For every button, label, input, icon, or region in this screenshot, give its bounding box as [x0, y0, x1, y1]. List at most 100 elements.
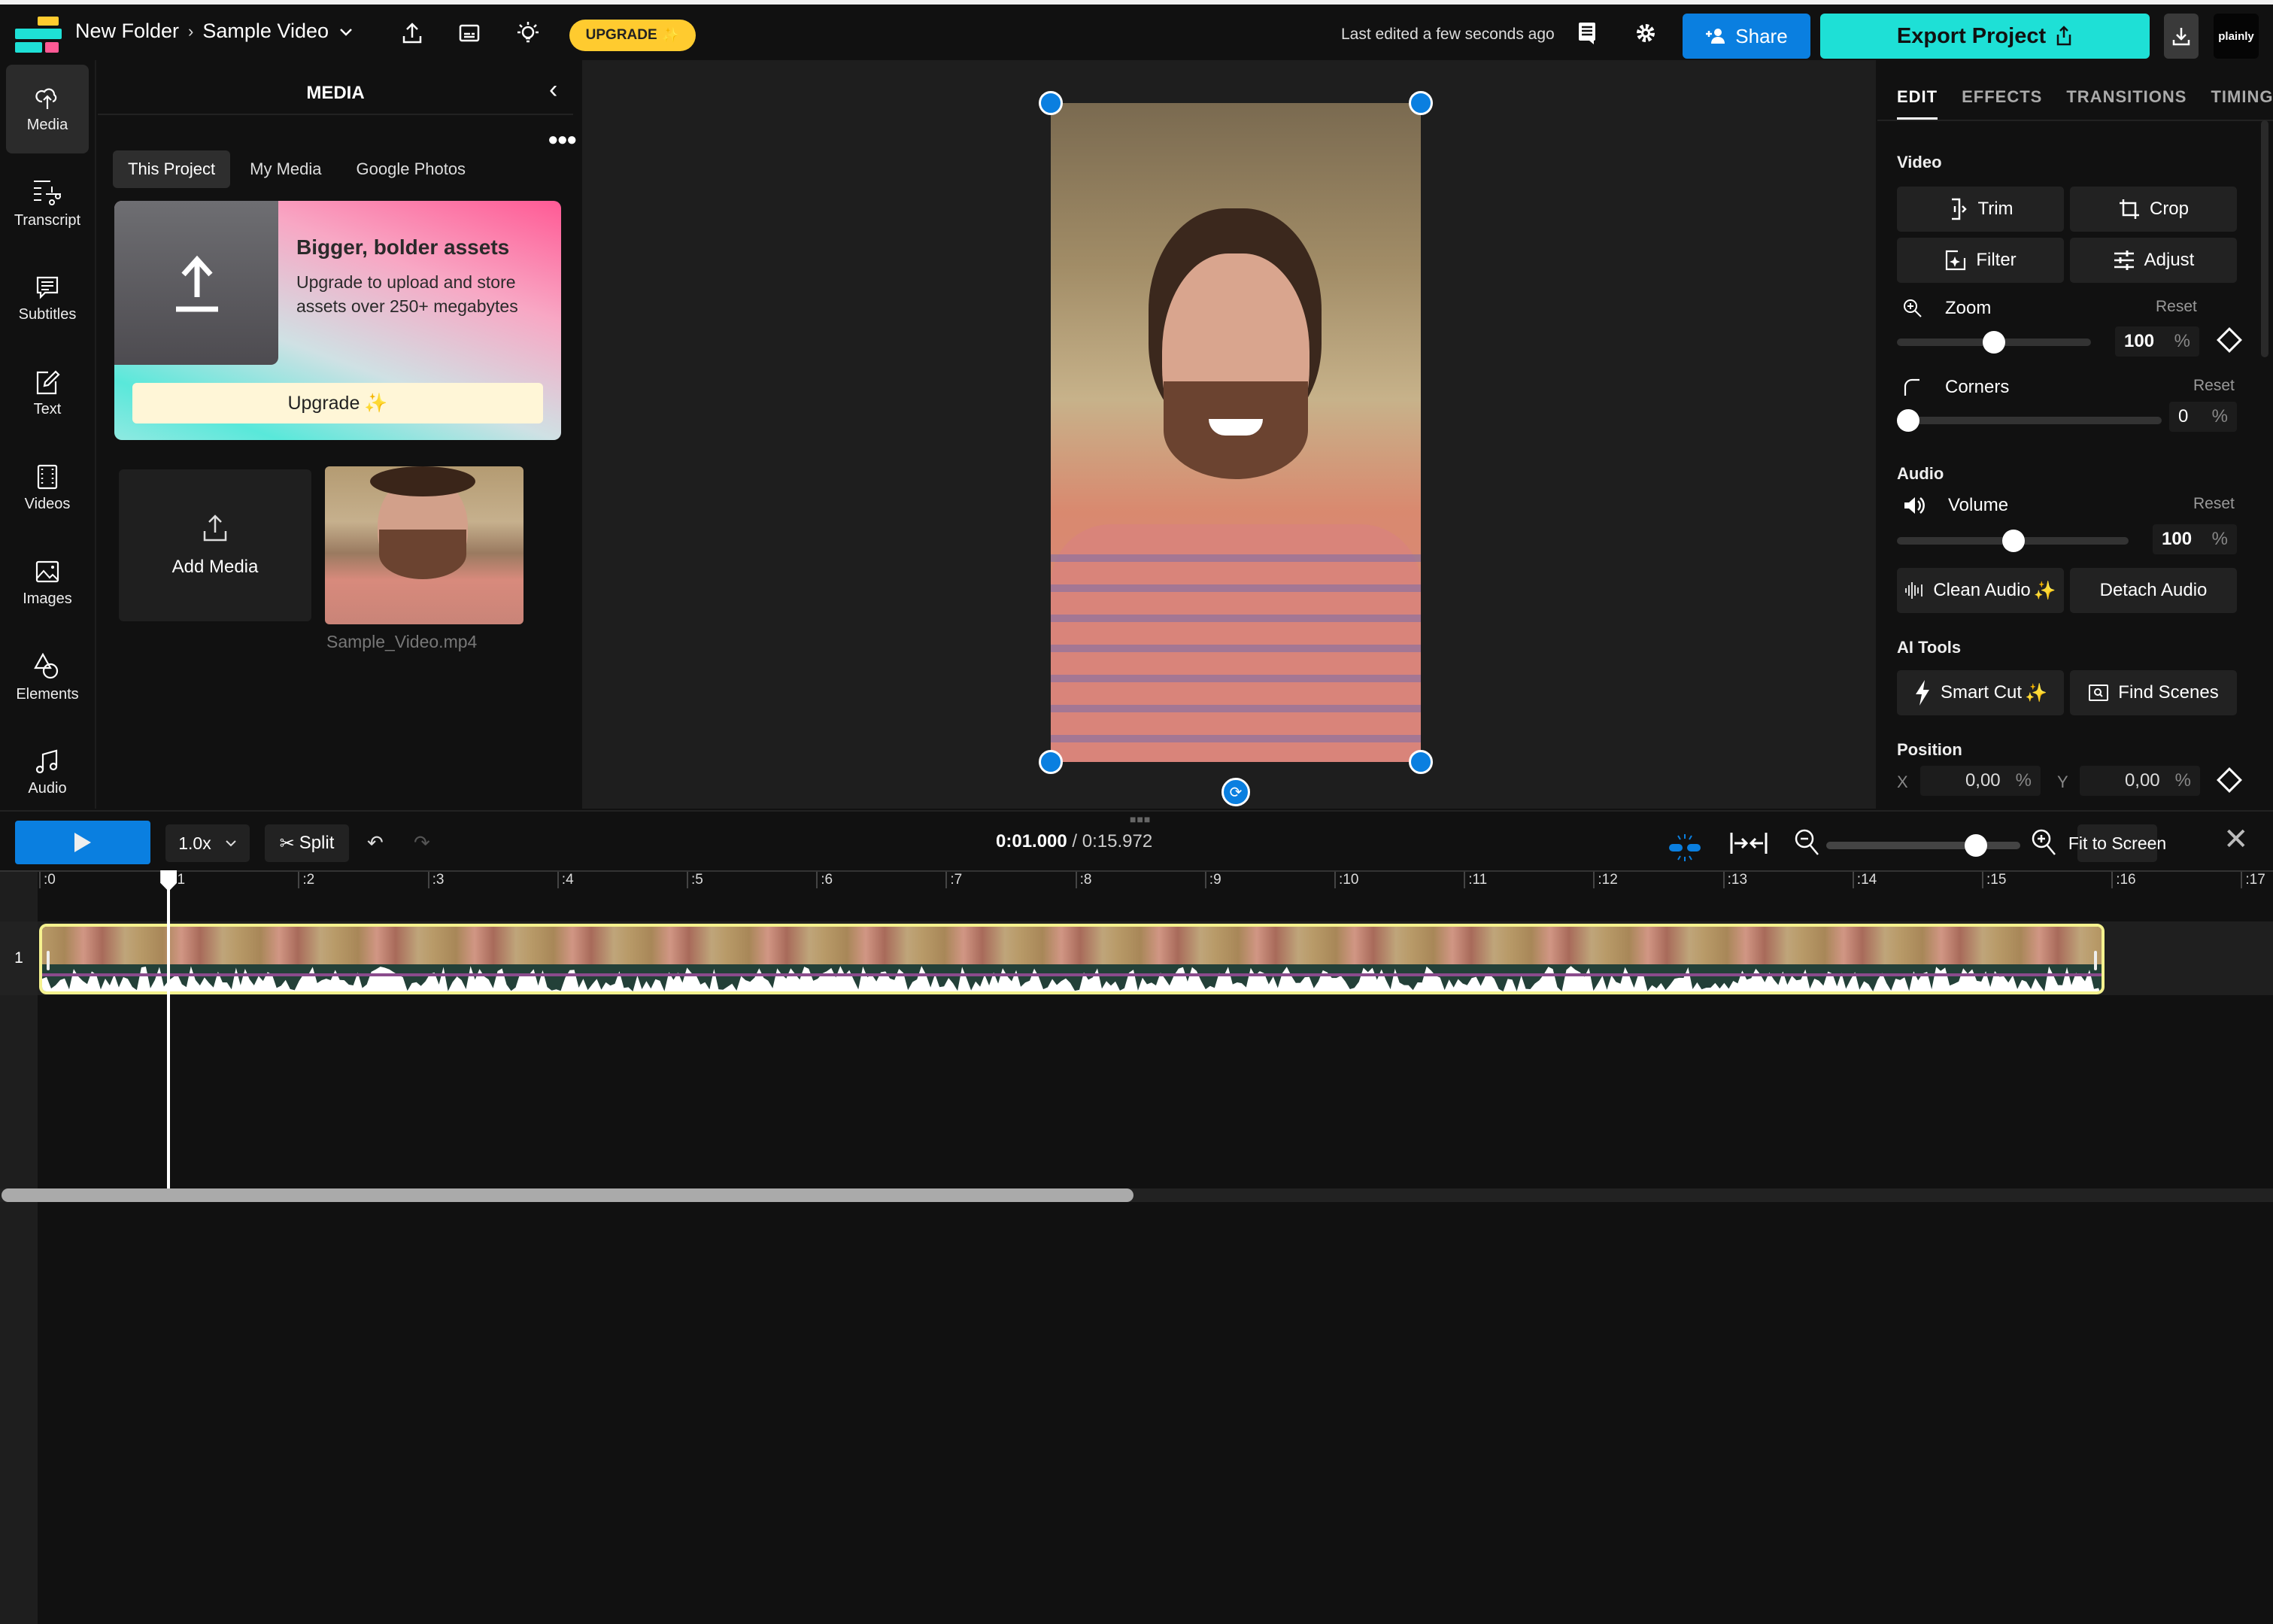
rotate-icon[interactable]: ⟳: [1221, 778, 1250, 806]
position-x-value: 0,00: [1965, 770, 2001, 791]
chevron-down-icon[interactable]: [338, 23, 354, 40]
fit-to-screen-button[interactable]: Fit to Screen: [2068, 824, 2166, 862]
brand-badge[interactable]: plainly: [2214, 14, 2259, 59]
position-keyframe-icon[interactable]: [2217, 767, 2242, 793]
download-button[interactable]: [2164, 14, 2199, 59]
media-panel: MEDIA ‹ ●●● This Project My Media Google…: [98, 60, 581, 809]
share-button[interactable]: Share: [1683, 14, 1810, 59]
video-clip[interactable]: [39, 924, 2105, 994]
video-preview[interactable]: [1051, 103, 1421, 762]
resize-handle-bottom-left[interactable]: [1039, 750, 1063, 774]
breadcrumb-folder[interactable]: New Folder: [75, 20, 179, 43]
redo-icon[interactable]: ↷: [414, 831, 430, 854]
upgrade-button[interactable]: UPGRADE ✨: [569, 20, 696, 51]
gear-icon[interactable]: [1631, 18, 1661, 48]
play-button[interactable]: [15, 821, 150, 864]
resize-grip-icon[interactable]: ■■■: [1130, 813, 1151, 825]
corners-reset-link[interactable]: Reset: [2193, 377, 2235, 395]
timeline-scrollbar-thumb[interactable]: [2, 1188, 1133, 1202]
crop-button[interactable]: Crop: [2070, 187, 2237, 232]
corners-slider-knob[interactable]: [1897, 409, 1919, 432]
clip-trim-handle-right[interactable]: [2094, 951, 2097, 970]
playback-speed-select[interactable]: 1.0x: [165, 824, 250, 862]
zoom-out-icon[interactable]: [1794, 828, 1821, 857]
nav-item-videos[interactable]: Videos: [6, 444, 89, 533]
add-media-button[interactable]: Add Media: [119, 469, 311, 621]
corners-label: Corners: [1945, 377, 2010, 397]
speed-value: 1.0x: [178, 833, 211, 853]
detach-audio-button[interactable]: Detach Audio: [2070, 568, 2237, 613]
project-name[interactable]: Sample Video: [202, 20, 329, 43]
volume-value-field[interactable]: 100 %: [2153, 524, 2237, 554]
zoom-slider[interactable]: [1897, 331, 2091, 354]
timeline-ruler[interactable]: :0:1:2:3:4:5:6:7:8:9:10:11:12:13:14:15:1…: [0, 870, 2273, 1624]
resize-handle-top-left[interactable]: [1039, 91, 1063, 115]
snap-magnet-icon[interactable]: [1665, 833, 1705, 863]
zoom-value-field[interactable]: 100 %: [2115, 326, 2199, 357]
volume-reset-link[interactable]: Reset: [2193, 495, 2235, 513]
trim-button[interactable]: Trim: [1897, 187, 2064, 232]
resize-handle-bottom-right[interactable]: [1409, 750, 1433, 774]
zoom-keyframe-icon[interactable]: [2217, 327, 2242, 353]
position-x-field[interactable]: 0,00 %: [1920, 766, 2041, 796]
zoom-reset-link[interactable]: Reset: [2156, 298, 2197, 316]
zoom-slider-knob[interactable]: [1983, 331, 2005, 354]
smart-cut-button[interactable]: Smart Cut ✨: [1897, 670, 2064, 715]
tab-effects[interactable]: EFFECTS: [1962, 87, 2042, 121]
nav-item-text[interactable]: Text: [6, 349, 89, 438]
tab-transitions[interactable]: TRANSITIONS: [2066, 87, 2187, 121]
media-thumbnail[interactable]: [325, 466, 523, 624]
lightbulb-icon[interactable]: [513, 18, 543, 48]
position-y-field[interactable]: 0,00 %: [2080, 766, 2200, 796]
section-position: Position: [1897, 740, 1962, 759]
corners-value: 0: [2178, 406, 2189, 426]
upload-icon[interactable]: [397, 18, 427, 48]
waveform-icon: [1905, 582, 1923, 599]
find-scenes-button[interactable]: Find Scenes: [2070, 670, 2237, 715]
detach-audio-label: Detach Audio: [2099, 580, 2208, 600]
playhead-line[interactable]: [167, 870, 171, 1188]
filter-button[interactable]: Filter: [1897, 238, 2064, 283]
properties-scrollbar[interactable]: [2261, 120, 2268, 357]
tab-this-project[interactable]: This Project: [113, 150, 231, 188]
nav-item-elements[interactable]: Elements: [6, 633, 89, 722]
tab-timing[interactable]: TIMING: [2211, 87, 2273, 121]
export-project-button[interactable]: Export Project: [1820, 14, 2150, 59]
tab-my-media[interactable]: My Media: [235, 150, 336, 188]
nav-item-images[interactable]: Images: [6, 539, 89, 627]
nav-item-audio[interactable]: Audio: [6, 728, 89, 817]
collapse-panel-icon[interactable]: ‹: [549, 75, 557, 105]
tab-edit[interactable]: EDIT: [1897, 87, 1938, 121]
nav-item-media[interactable]: Media: [6, 65, 89, 153]
timeline-zoom-slider[interactable]: [1826, 834, 2020, 857]
nav-item-subtitles[interactable]: Subtitles: [6, 254, 89, 343]
split-button[interactable]: ✂ Split: [265, 824, 349, 862]
promo-upgrade-button[interactable]: Upgrade ✨: [132, 383, 543, 423]
volume-slider[interactable]: [1897, 530, 2129, 552]
app-logo[interactable]: [15, 17, 62, 53]
corners-slider[interactable]: [1897, 409, 2162, 432]
share-out-icon: [2056, 26, 2071, 46]
resize-handle-top-right[interactable]: [1409, 91, 1433, 115]
zoom-in-icon[interactable]: [2031, 828, 2058, 857]
fit-to-clip-icon[interactable]: [1728, 830, 1769, 857]
download-icon: [2172, 28, 2190, 46]
promo-upgrade-label: Upgrade: [287, 392, 360, 414]
adjust-button[interactable]: Adjust: [2070, 238, 2237, 283]
corners-value-field[interactable]: 0 %: [2169, 402, 2237, 432]
captions-icon[interactable]: [454, 18, 484, 48]
more-options-icon[interactable]: ●●●: [548, 129, 577, 150]
volume-label: Volume: [1948, 495, 2009, 515]
clip-volume-line[interactable]: [42, 973, 2102, 976]
zoom-value: 100: [2124, 331, 2155, 351]
timeline-zoom-knob[interactable]: [1965, 834, 1987, 857]
comments-icon[interactable]: [1572, 18, 1602, 48]
tab-google-photos[interactable]: Google Photos: [341, 150, 481, 188]
nav-item-transcript[interactable]: Transcript: [6, 159, 89, 248]
undo-icon[interactable]: ↶: [367, 831, 384, 854]
clean-audio-button[interactable]: Clean Audio ✨: [1897, 568, 2064, 613]
volume-slider-knob[interactable]: [2002, 530, 2025, 552]
clip-trim-handle-left[interactable]: [47, 951, 50, 970]
timeline-scrollbar[interactable]: [0, 1188, 2273, 1202]
close-icon[interactable]: ✕: [2223, 822, 2249, 857]
